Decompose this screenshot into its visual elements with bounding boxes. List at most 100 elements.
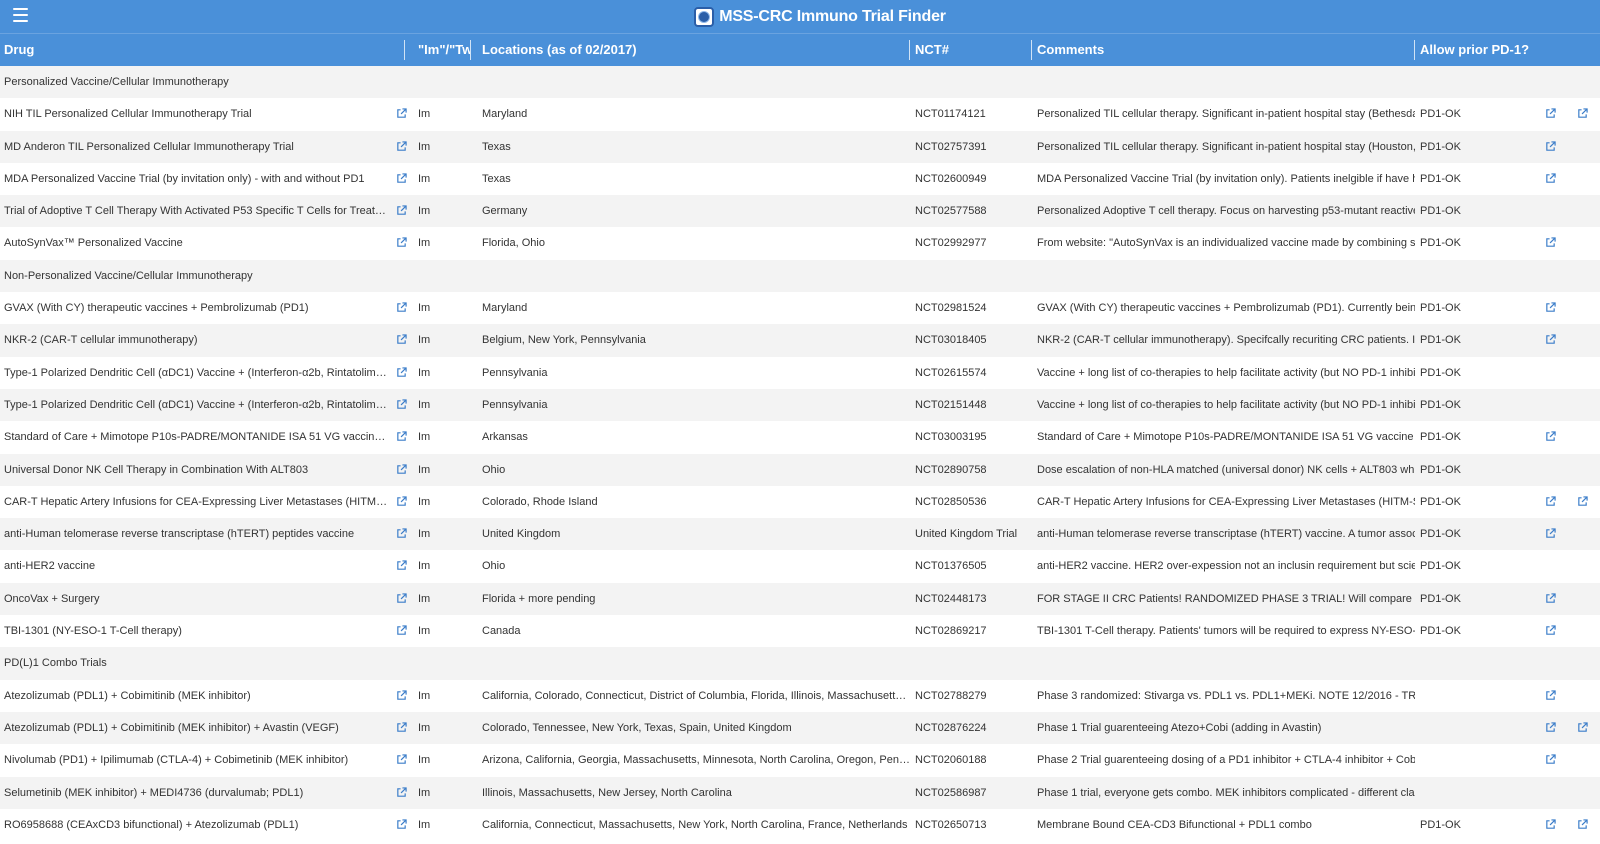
table-row[interactable]: OncoVax + Surgery Im Florida + more pendin… [0, 582, 1600, 616]
cell-prior-pd1: PD1-OK [1420, 495, 1461, 508]
drug-external-link-icon[interactable] [396, 528, 407, 539]
column-header-nct[interactable]: NCT# [911, 34, 1031, 66]
drug-external-link-icon[interactable] [396, 689, 407, 701]
cell-locations: Florida + more pending [482, 592, 596, 605]
cell-prior-pd1: PD1-OK [1420, 592, 1461, 605]
secondary-external-link-icon[interactable] [1577, 722, 1588, 733]
column-header-imtw[interactable]: "Im"/"Tw" [414, 34, 470, 66]
drug-external-link-icon[interactable] [396, 722, 407, 733]
table-row[interactable]: Atezolizumab (PDL1) + Cobimitinib (MEK i… [0, 679, 1600, 712]
drug-external-link-icon[interactable] [396, 399, 407, 410]
drug-external-link-icon[interactable] [396, 334, 407, 345]
drug-external-link-icon[interactable] [396, 302, 407, 313]
cell-nct: NCT02757391 [915, 140, 987, 153]
table-row[interactable]: NIH TIL Personalized Cellular Immunother… [0, 98, 1600, 131]
table-row[interactable]: NKR-2 (CAR-T cellular immunotherapy) Im Be… [0, 324, 1600, 357]
cell-comments: Personalized TIL cellular therapy. Signi… [1037, 108, 1415, 121]
cell-prior-pd1: PD1-OK [1420, 334, 1461, 347]
cell-nct: NCT02981524 [915, 302, 987, 315]
table-row[interactable]: MD Anderon TIL Personalized Cellular Imm… [0, 130, 1600, 163]
drug-external-link-icon[interactable] [396, 431, 407, 442]
table-row[interactable]: anti-HER2 vaccine Im Ohio NCT01376505 anti-H… [0, 550, 1600, 583]
drug-external-link-icon[interactable] [396, 205, 407, 216]
table-row[interactable]: CAR-T Hepatic Artery Infusions for CEA-E… [0, 485, 1600, 519]
table-row[interactable]: TBI-1301 (NY-ESO-1 T-Cell therapy) Im Cana… [0, 615, 1600, 648]
cell-comments: Vaccine + long list of co-therapies to h… [1037, 398, 1415, 411]
trial-external-link-icon[interactable] [1545, 528, 1556, 539]
column-header-drug[interactable]: Drug [0, 34, 404, 66]
secondary-external-link-icon[interactable] [1577, 108, 1588, 119]
drug-external-link-icon[interactable] [396, 754, 407, 765]
trial-external-link-icon[interactable] [1545, 625, 1556, 636]
cell-imtw: Im [418, 205, 431, 218]
cell-drug: RO6958688 (CEAxCD3 bifunctional) + Atezo… [4, 818, 299, 831]
trial-external-link-icon[interactable] [1545, 140, 1556, 152]
table-row[interactable]: Nivolumab (PD1) + Ipilimumab (CTLA-4) + … [0, 744, 1600, 777]
cell-nct: NCT02788279 [915, 689, 987, 702]
table-row[interactable]: Standard of Care + Mimotope P10s-PADRE/M… [0, 421, 1600, 454]
cell-drug: anti-HER2 vaccine [4, 560, 96, 573]
trial-external-link-icon[interactable] [1545, 431, 1556, 442]
trial-external-link-icon[interactable] [1545, 496, 1556, 507]
cell-imtw: Im [418, 592, 431, 605]
cell-drug: GVAX (With CY) therapeutic vaccines + Pe… [4, 302, 309, 315]
table-row[interactable]: Type-1 Polarized Dendritic Cell (αDC1) V… [0, 388, 1600, 422]
drug-external-link-icon[interactable] [396, 625, 407, 636]
trial-external-link-icon[interactable] [1545, 108, 1556, 119]
table-row[interactable]: GVAX (With CY) therapeutic vaccines + Pe… [0, 292, 1600, 325]
cell-imtw: Im [418, 689, 431, 702]
drug-external-link-icon[interactable] [396, 786, 407, 798]
secondary-external-link-icon[interactable] [1577, 819, 1588, 830]
table-row[interactable]: RO6958688 (CEAxCD3 bifunctional) + Atezo… [0, 808, 1600, 842]
trial-external-link-icon[interactable] [1545, 237, 1556, 248]
drug-external-link-icon[interactable] [396, 819, 407, 830]
drug-external-link-icon[interactable] [396, 496, 407, 507]
drug-external-link-icon[interactable] [396, 593, 407, 604]
cell-drug: TBI-1301 (NY-ESO-1 T-Cell therapy) [4, 625, 182, 638]
cell-imtw: Im [418, 495, 431, 508]
trial-external-link-icon[interactable] [1545, 819, 1556, 830]
trial-external-link-icon[interactable] [1545, 754, 1556, 765]
trial-external-link-icon[interactable] [1545, 334, 1556, 345]
trial-external-link-icon[interactable] [1545, 593, 1556, 604]
column-header-prior-pd1[interactable]: Allow prior PD-1? [1416, 34, 1600, 66]
table-row[interactable]: Atezolizumab (PDL1) + Cobimitinib (MEK i… [0, 711, 1600, 745]
cell-prior-pd1: PD1-OK [1420, 818, 1461, 831]
table-row[interactable]: Type-1 Polarized Dendritic Cell (αDC1) V… [0, 356, 1600, 389]
cell-drug: CAR-T Hepatic Artery Infusions for CEA-E… [4, 495, 388, 508]
cell-locations: Maryland [482, 108, 528, 121]
drug-external-link-icon[interactable] [396, 560, 407, 571]
cell-imtw: Im [418, 366, 431, 379]
drug-external-link-icon[interactable] [396, 463, 407, 475]
table-row[interactable]: Selumetinib (MEK inhibitor) + MEDI4736 (… [0, 776, 1600, 809]
cell-drug: MDA Personalized Vaccine Trial (by invit… [4, 172, 365, 185]
trial-external-link-icon[interactable] [1545, 173, 1556, 184]
table-row[interactable]: MDA Personalized Vaccine Trial (by invit… [0, 162, 1600, 196]
cell-drug: Atezolizumab (PDL1) + Cobimitinib (MEK i… [4, 721, 339, 734]
secondary-external-link-icon[interactable] [1577, 496, 1588, 507]
trial-external-link-icon[interactable] [1545, 689, 1556, 701]
cell-imtw: Im [418, 463, 431, 476]
table-row[interactable]: anti-Human telomerase reverse transcript… [0, 518, 1600, 551]
cell-drug: NKR-2 (CAR-T cellular immunotherapy) [4, 334, 198, 347]
cell-comments: anti-Human telomerase reverse transcript… [1037, 528, 1415, 541]
drug-external-link-icon[interactable] [396, 366, 407, 378]
group-row: Personalized Vaccine/Cellular Immunother… [0, 66, 1600, 99]
drug-external-link-icon[interactable] [396, 140, 407, 152]
cell-drug: Universal Donor NK Cell Therapy in Combi… [4, 463, 309, 476]
column-header-comments[interactable]: Comments [1033, 34, 1413, 66]
table-row[interactable]: Trial of Adoptive T Cell Therapy With Ac… [0, 195, 1600, 228]
column-header-locations[interactable]: Locations (as of 02/2017) [478, 34, 908, 66]
cell-prior-pd1 [1416, 777, 1516, 809]
drug-external-link-icon[interactable] [396, 173, 407, 184]
drug-external-link-icon[interactable] [396, 237, 407, 248]
trial-external-link-icon[interactable] [1545, 722, 1556, 733]
cell-comments: anti-HER2 vaccine. HER2 over-expession n… [1037, 560, 1415, 573]
trial-external-link-icon[interactable] [1545, 302, 1556, 313]
table-row[interactable]: AutoSynVax™ Personalized Vaccine Im Florid… [0, 227, 1600, 260]
cell-comments: GVAX (With CY) therapeutic vaccines + Pe… [1037, 302, 1415, 315]
drug-external-link-icon[interactable] [396, 108, 407, 119]
cell-locations: California, Connecticut, Massachusetts, … [482, 818, 908, 831]
cell-drug: Type-1 Polarized Dendritic Cell (αDC1) V… [4, 366, 388, 379]
table-row[interactable]: Universal Donor NK Cell Therapy in Combi… [0, 453, 1600, 486]
